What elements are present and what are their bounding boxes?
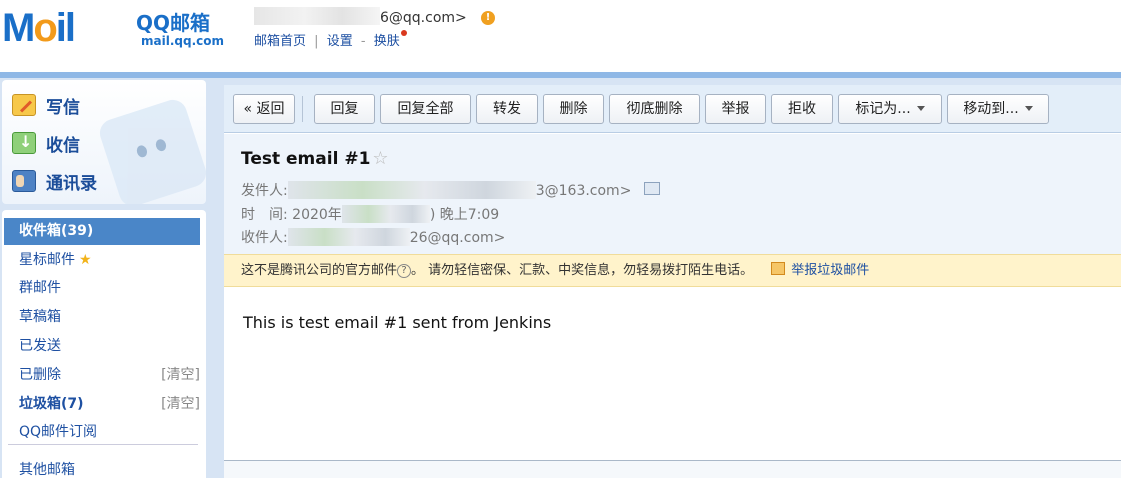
subject-text: Test email #1	[241, 149, 371, 169]
reply-all-button[interactable]: 回复全部	[380, 94, 471, 124]
user-email: 6@qq.com>	[254, 7, 467, 26]
time-row: 时 间: 2020年 ) 晚上7:09	[241, 204, 499, 224]
footer-bar	[224, 461, 1121, 478]
folder-label: 已删除	[19, 367, 61, 383]
folder-label: 草稿箱	[19, 309, 61, 325]
folder-label: 星标邮件	[19, 252, 75, 268]
report-button[interactable]: 举报	[705, 94, 766, 124]
delete-permanently-button[interactable]: 彻底删除	[609, 94, 700, 124]
report-spam[interactable]: 举报垃圾邮件	[771, 262, 869, 278]
mark-as-label: 标记为...	[855, 101, 911, 117]
inbox-download-icon	[12, 132, 36, 154]
sidebar-actions: 写信 收信 通讯录	[2, 80, 206, 204]
notice-text: 这不是腾讯公司的官方邮件	[241, 263, 398, 278]
folder-label: 已发送	[19, 338, 61, 354]
contacts-button[interactable]: 通讯录	[12, 164, 182, 198]
receive-label: 收信	[46, 135, 80, 156]
new-dot-icon	[400, 30, 407, 36]
redacted-blur	[341, 205, 430, 223]
folder-other-mailboxes[interactable]: 其他邮箱	[4, 457, 200, 484]
time-value-suffix: ) 晚上7:09	[429, 207, 500, 223]
folder-list: 收件箱(39) 星标邮件 ★ 群邮件 草稿箱 已发送 已删除 [清空] 垃圾箱(7…	[2, 210, 206, 478]
recipient-row: 收件人: 26@qq.com>	[241, 227, 505, 247]
mark-as-dropdown[interactable]: 标记为...	[838, 94, 942, 124]
recipient-value[interactable]: 26@qq.com>	[410, 230, 506, 246]
divider	[8, 444, 198, 445]
reject-button[interactable]: 拒收	[771, 94, 833, 124]
redacted-blur	[254, 7, 380, 25]
delete-button[interactable]: 删除	[543, 94, 604, 124]
folder-label: QQ邮件订阅	[19, 424, 98, 440]
notice-warning-text: 。 请勿轻信密保、汇款、中奖信息，勿轻易拨打陌生电话。	[411, 263, 754, 278]
logo-letters-il: il	[55, 6, 76, 50]
star-icon[interactable]: ☆	[372, 148, 388, 169]
folder-label: 其他邮箱	[19, 462, 75, 478]
chevron-down-icon	[916, 106, 925, 111]
folder-subscriptions[interactable]: QQ邮件订阅	[4, 419, 200, 446]
logo-url: mail.qq.com	[141, 34, 224, 48]
report-spam-link[interactable]: 举报垃圾邮件	[791, 263, 869, 278]
qq-mail-logo[interactable]: Moil	[2, 6, 76, 50]
recipient-label: 收件人:	[241, 230, 288, 246]
mail-body: This is test email #1 sent from Jenkins	[243, 313, 552, 332]
mail-header: Test email #1 ☆ 发件人: 3@163.com> 时 间: 2020年…	[224, 134, 1121, 254]
sender-row: 发件人: 3@163.com>	[241, 180, 631, 200]
receive-button[interactable]: 收信	[12, 126, 182, 160]
redacted-blur	[287, 181, 536, 199]
chevron-down-icon	[1024, 106, 1033, 111]
mail-panel: « 返回 回复 回复全部 转发 删除 彻底删除 举报 拒收 标记为... 移动到…	[224, 85, 1121, 478]
folder-drafts[interactable]: 草稿箱	[4, 304, 200, 331]
folder-label: 垃圾箱(7)	[19, 396, 84, 412]
star-icon: ★	[79, 252, 92, 268]
forward-button[interactable]: 转发	[476, 94, 538, 124]
move-to-dropdown[interactable]: 移动到...	[947, 94, 1049, 124]
logo-letter-o: o	[33, 6, 57, 50]
back-button[interactable]: « 返回	[233, 94, 295, 124]
sender-value[interactable]: 3@163.com>	[536, 183, 632, 199]
top-header: Moil QQ邮箱 mail.qq.com 6@qq.com> ! 邮箱首页 |…	[0, 0, 1121, 72]
contacts-card-icon	[12, 170, 36, 192]
security-notice: 这不是腾讯公司的官方邮件?。 请勿轻信密保、汇款、中奖信息，勿轻易拨打陌生电话。…	[224, 254, 1121, 287]
compose-button[interactable]: 写信	[12, 88, 182, 122]
reply-button[interactable]: 回复	[314, 94, 375, 124]
time-value: 2020年	[292, 207, 342, 223]
empty-spam-link[interactable]: [清空]	[161, 391, 200, 418]
top-links: 邮箱首页 | 设置 - 换肤	[254, 30, 407, 49]
logo-letter-m: M	[2, 6, 35, 50]
folder-deleted[interactable]: 已删除 [清空]	[4, 362, 200, 389]
settings-link[interactable]: 设置	[327, 34, 353, 49]
pencil-paper-icon	[12, 94, 36, 116]
redacted-blur	[287, 228, 410, 246]
separator: -	[360, 34, 366, 49]
folder-label: 群邮件	[19, 280, 61, 296]
user-email-suffix: 6@qq.com>	[380, 10, 467, 26]
mail-toolbar: « 返回 回复 回复全部 转发 删除 彻底删除 举报 拒收 标记为... 移动到…	[224, 85, 1121, 133]
mailbox-home-link[interactable]: 邮箱首页	[254, 34, 306, 49]
report-flag-icon	[771, 262, 786, 275]
folder-label: 收件箱(39)	[19, 223, 94, 239]
sender-label: 发件人:	[241, 183, 288, 199]
change-skin-link[interactable]: 换肤	[374, 34, 400, 49]
toolbar-separator	[302, 96, 303, 122]
main-area: « 返回 回复 回复全部 转发 删除 彻底删除 举报 拒收 标记为... 移动到…	[210, 78, 1121, 478]
mail-subject: Test email #1 ☆	[241, 148, 389, 169]
separator: |	[314, 34, 319, 49]
help-question-icon[interactable]: ?	[397, 264, 412, 278]
empty-trash-link[interactable]: [清空]	[161, 362, 200, 389]
sidebar: 写信 收信 通讯录 收件箱(39) 星标邮件★ 群邮件 草稿箱 已发送 已删除 …	[0, 78, 210, 478]
folder-group-mail[interactable]: 群邮件	[4, 275, 200, 302]
folder-sent[interactable]: 已发送	[4, 333, 200, 360]
move-to-label: 移动到...	[963, 101, 1019, 117]
time-label: 时 间:	[241, 207, 288, 223]
contact-card-icon[interactable]	[644, 182, 660, 195]
folder-spam[interactable]: 垃圾箱(7) [清空]	[4, 391, 200, 418]
warning-icon[interactable]: !	[481, 11, 495, 25]
folder-starred[interactable]: 星标邮件 ★	[4, 247, 200, 274]
folder-inbox[interactable]: 收件箱(39)	[4, 218, 200, 245]
logo-title: QQ邮箱	[136, 11, 211, 35]
contacts-label: 通讯录	[46, 173, 97, 194]
compose-label: 写信	[46, 97, 80, 118]
